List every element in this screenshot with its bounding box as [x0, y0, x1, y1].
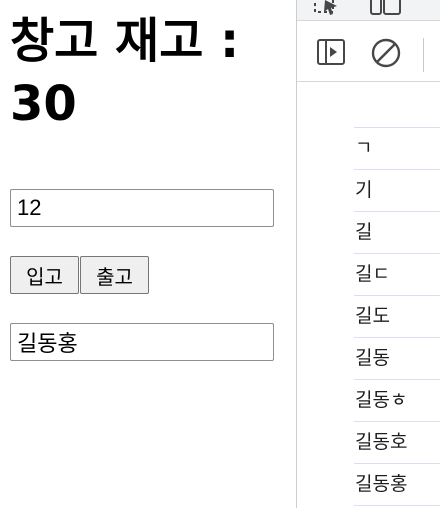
inspect-icon[interactable] [313, 0, 343, 20]
device-toggle-icon[interactable] [369, 0, 403, 20]
clear-console-icon[interactable] [371, 38, 401, 72]
stock-in-button[interactable]: 입고 [10, 256, 79, 294]
console-log-entry: 기 [354, 170, 440, 212]
toolbar-divider [423, 38, 424, 72]
console-toolbar [297, 21, 440, 82]
stock-heading-label: 창고 재고 : [10, 13, 240, 69]
stock-out-button[interactable]: 출고 [80, 256, 149, 294]
console-log-entry: 길 [354, 212, 440, 254]
devtools-panel: ㄱ 기 길 길ㄷ 길도 길동 길동ㅎ 길동호 길동홍 [296, 0, 440, 508]
console-log-entry: 길도 [354, 296, 440, 338]
console-log-entry: 길ㄷ [354, 254, 440, 296]
console-log-entry: 길동 [354, 338, 440, 380]
quantity-input[interactable] [10, 189, 274, 227]
console-log-entry: 길동ㅎ [354, 380, 440, 422]
console-log-list: ㄱ 기 길 길ㄷ 길도 길동 길동ㅎ 길동호 길동홍 [354, 127, 440, 506]
stock-count: 30 [10, 76, 77, 132]
stock-heading: 창고 재고 : 30 [10, 10, 290, 136]
devtools-main-toolbar [297, 0, 440, 21]
page: 창고 재고 : 30 입고 출고 [0, 0, 440, 508]
console-log-entry: 길동홍 [354, 464, 440, 506]
console-log-entry: ㄱ [354, 128, 440, 170]
warehouse-app: 창고 재고 : 30 입고 출고 [0, 0, 296, 508]
sidebar-toggle-icon[interactable] [317, 39, 345, 69]
console-log-entry: 길동호 [354, 422, 440, 464]
name-input[interactable] [10, 323, 274, 361]
